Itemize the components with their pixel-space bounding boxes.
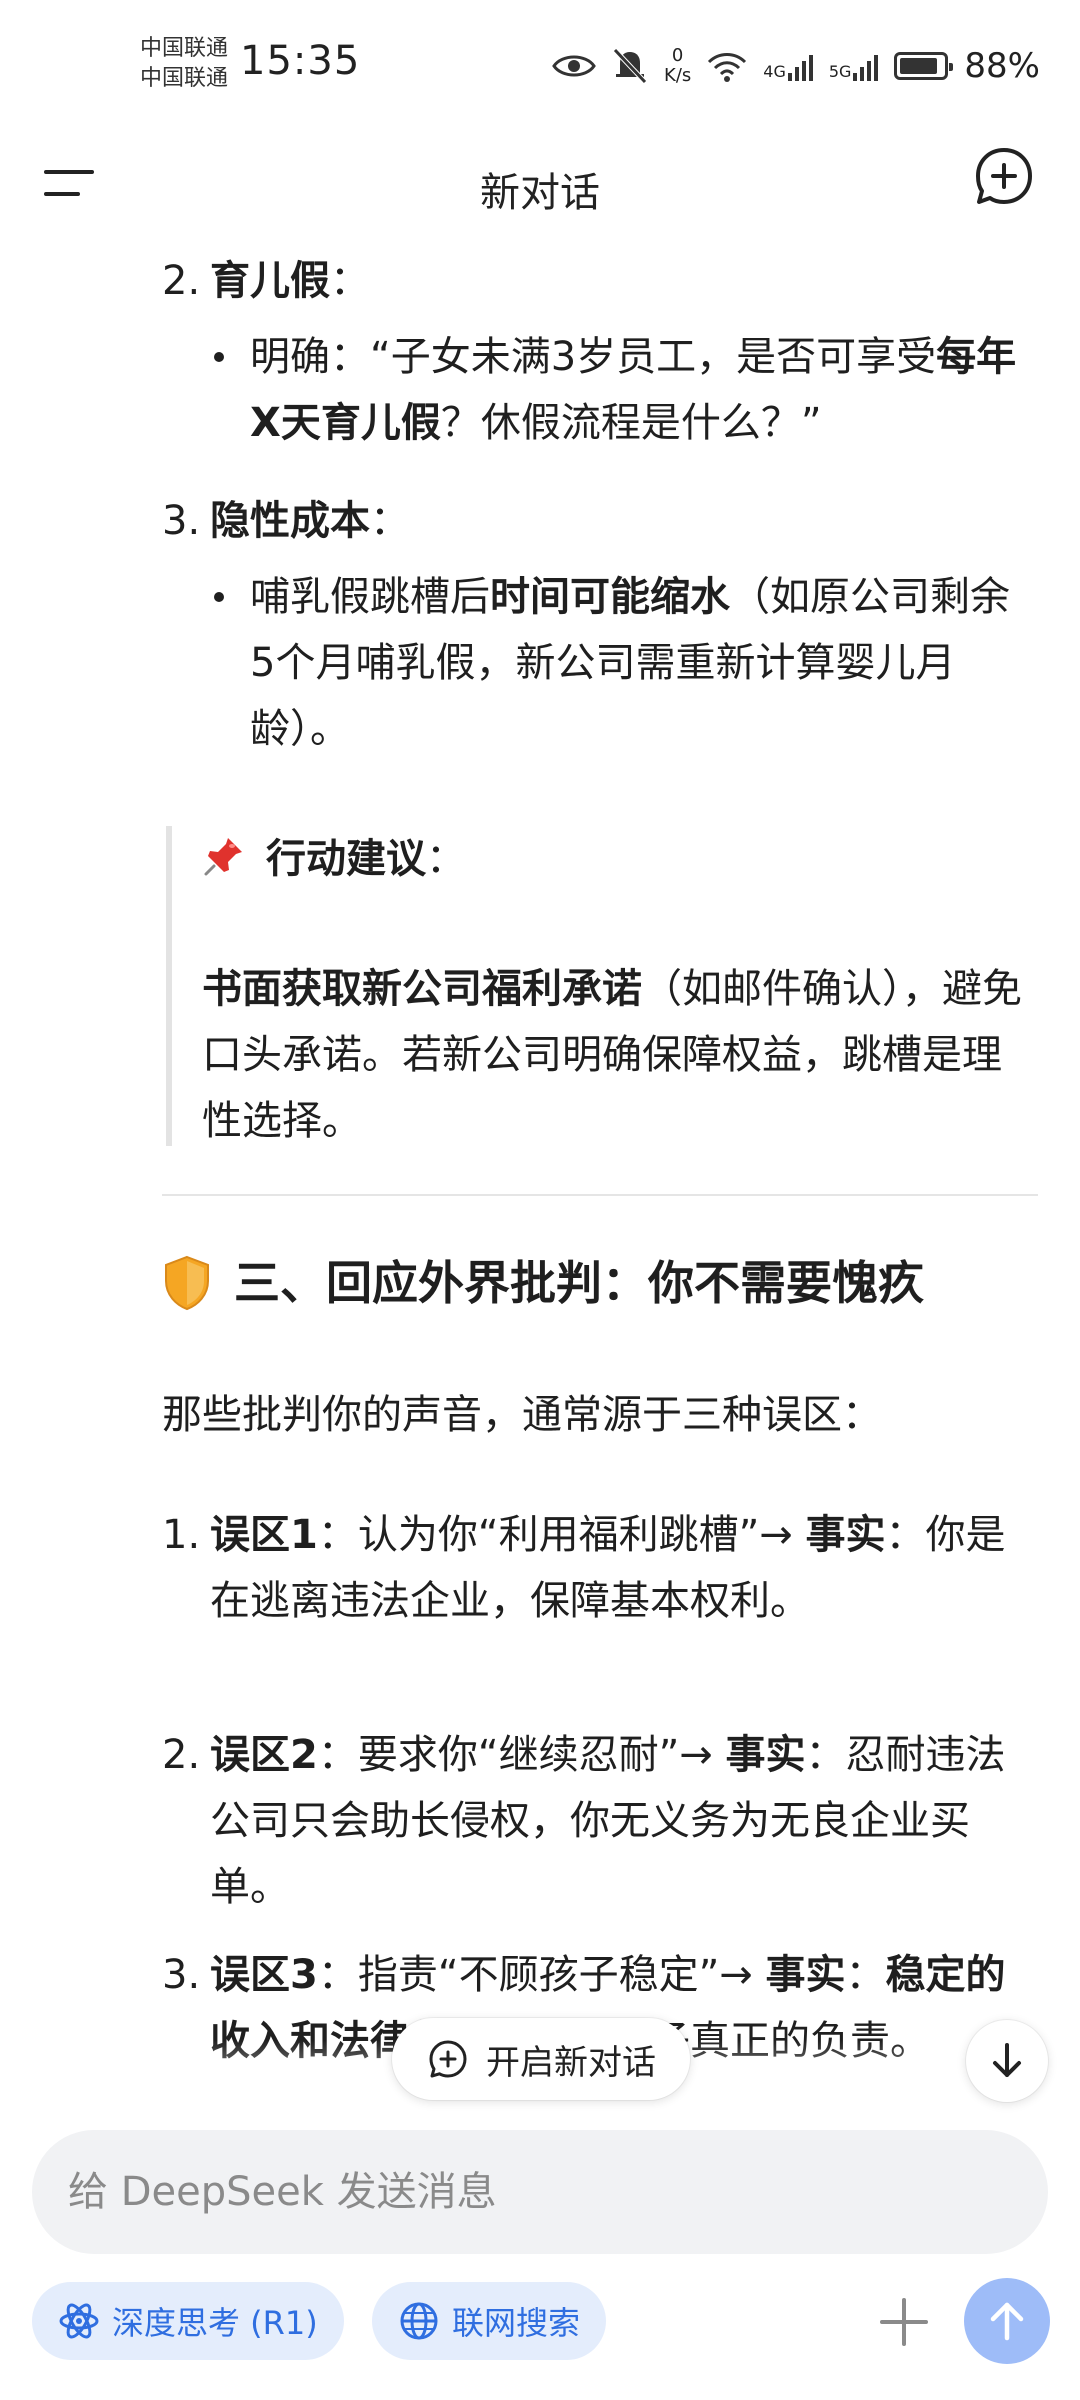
app-header: 新对话 [0, 130, 1080, 240]
carrier-1: 中国联通 [140, 36, 229, 61]
status-time: 15:35 [240, 38, 361, 84]
deep-think-toggle[interactable]: 深度思考 (R1) [32, 2282, 344, 2360]
eye-icon [552, 55, 596, 77]
mute-bell-icon [613, 48, 647, 84]
status-bar: 中国联通 中国联通 15:35 0 K/s 4G 5G 88% [0, 0, 1080, 130]
send-button[interactable] [964, 2278, 1050, 2364]
arrow-down-icon [993, 2043, 1021, 2077]
battery-percent: 88% [964, 46, 1040, 86]
bullet [214, 592, 224, 602]
open-new-chat-button[interactable]: 开启新对话 [392, 2018, 690, 2100]
composer: 深度思考 (R1) 联网搜索 [0, 2120, 1080, 2400]
status-icons: 0 K/s 4G 5G 88% [552, 44, 1040, 88]
section-intro: 那些批判你的声音，通常源于三种误区： [162, 1392, 882, 1438]
web-search-toggle[interactable]: 联网搜索 [372, 2282, 607, 2360]
chat-content[interactable]: 2. 育儿假： 明确：“子女未满3岁员工，是否可享受每年X天育儿假？休假流程是什… [0, 240, 1080, 2120]
net-speed: 0 K/s [664, 45, 692, 86]
message-input[interactable] [32, 2130, 1048, 2254]
list-sub-item: 明确：“子女未满3岁员工，是否可享受每年X天育儿假？休假流程是什么？” [250, 334, 1017, 446]
list-number: 1. [162, 1512, 201, 1558]
wifi-icon [708, 53, 747, 82]
new-chat-icon [429, 2040, 467, 2078]
list-item-title: 隐性成本： [210, 498, 410, 544]
action-advice-quote: 行动建议： 书面获取新公司福利承诺（如邮件确认），避免口头承诺。若新公司明确保障… [166, 826, 1046, 1146]
quote-body: 书面获取新公司福利承诺（如邮件确认），避免口头承诺。若新公司明确保障权益，跳槽是… [202, 966, 1022, 1144]
new-chat-button[interactable] [968, 140, 1040, 212]
shield-icon [165, 1255, 209, 1311]
quote-title: 行动建议： [202, 826, 466, 892]
myth-item: 误区2：要求你“继续忍耐”→ 事实：忍耐违法公司只会助长侵权，你无义务为无良企业… [210, 1732, 1006, 1910]
web-search-label: 联网搜索 [452, 2304, 581, 2342]
atom-icon [59, 2303, 99, 2339]
open-new-chat-label: 开启新对话 [486, 2042, 656, 2083]
signal-2: 5G [829, 51, 879, 81]
list-sub-item: 哺乳假跳槽后时间可能缩水（如原公司剩余5个月哺乳假，新公司需重新计算婴儿月龄）。 [250, 574, 1010, 752]
carrier-2: 中国联通 [140, 66, 229, 91]
list-item-title: 育儿假： [210, 258, 370, 304]
bullet [214, 352, 224, 362]
deep-think-label: 深度思考 (R1) [112, 2304, 318, 2342]
plus-icon [880, 2298, 928, 2346]
myth-item: 误区1：认为你“利用福利跳槽”→ 事实：你是在逃离违法企业，保障基本权利。 [210, 1512, 1006, 1624]
globe-icon [400, 2302, 438, 2340]
signal-1: 4G [763, 51, 813, 81]
carrier-names: 中国联通 中国联通 [140, 34, 228, 94]
battery-icon [894, 52, 954, 80]
list-number: 2. [162, 258, 201, 304]
scroll-to-bottom-button[interactable] [966, 2020, 1048, 2102]
new-chat-icon [976, 148, 1032, 204]
signal-bars-icon [853, 51, 879, 81]
section-heading: 三、回应外界批判：你不需要愧疚 [162, 1248, 924, 1318]
arrow-up-icon [990, 2302, 1024, 2341]
signal-bars-icon [787, 51, 813, 81]
attach-button[interactable] [872, 2290, 936, 2354]
pushpin-icon [204, 838, 242, 876]
list-number: 3. [162, 498, 201, 544]
divider [162, 1194, 1038, 1196]
page-title: 新对话 [480, 170, 600, 216]
list-number: 3. [162, 1952, 201, 1998]
list-number: 2. [162, 1732, 201, 1778]
